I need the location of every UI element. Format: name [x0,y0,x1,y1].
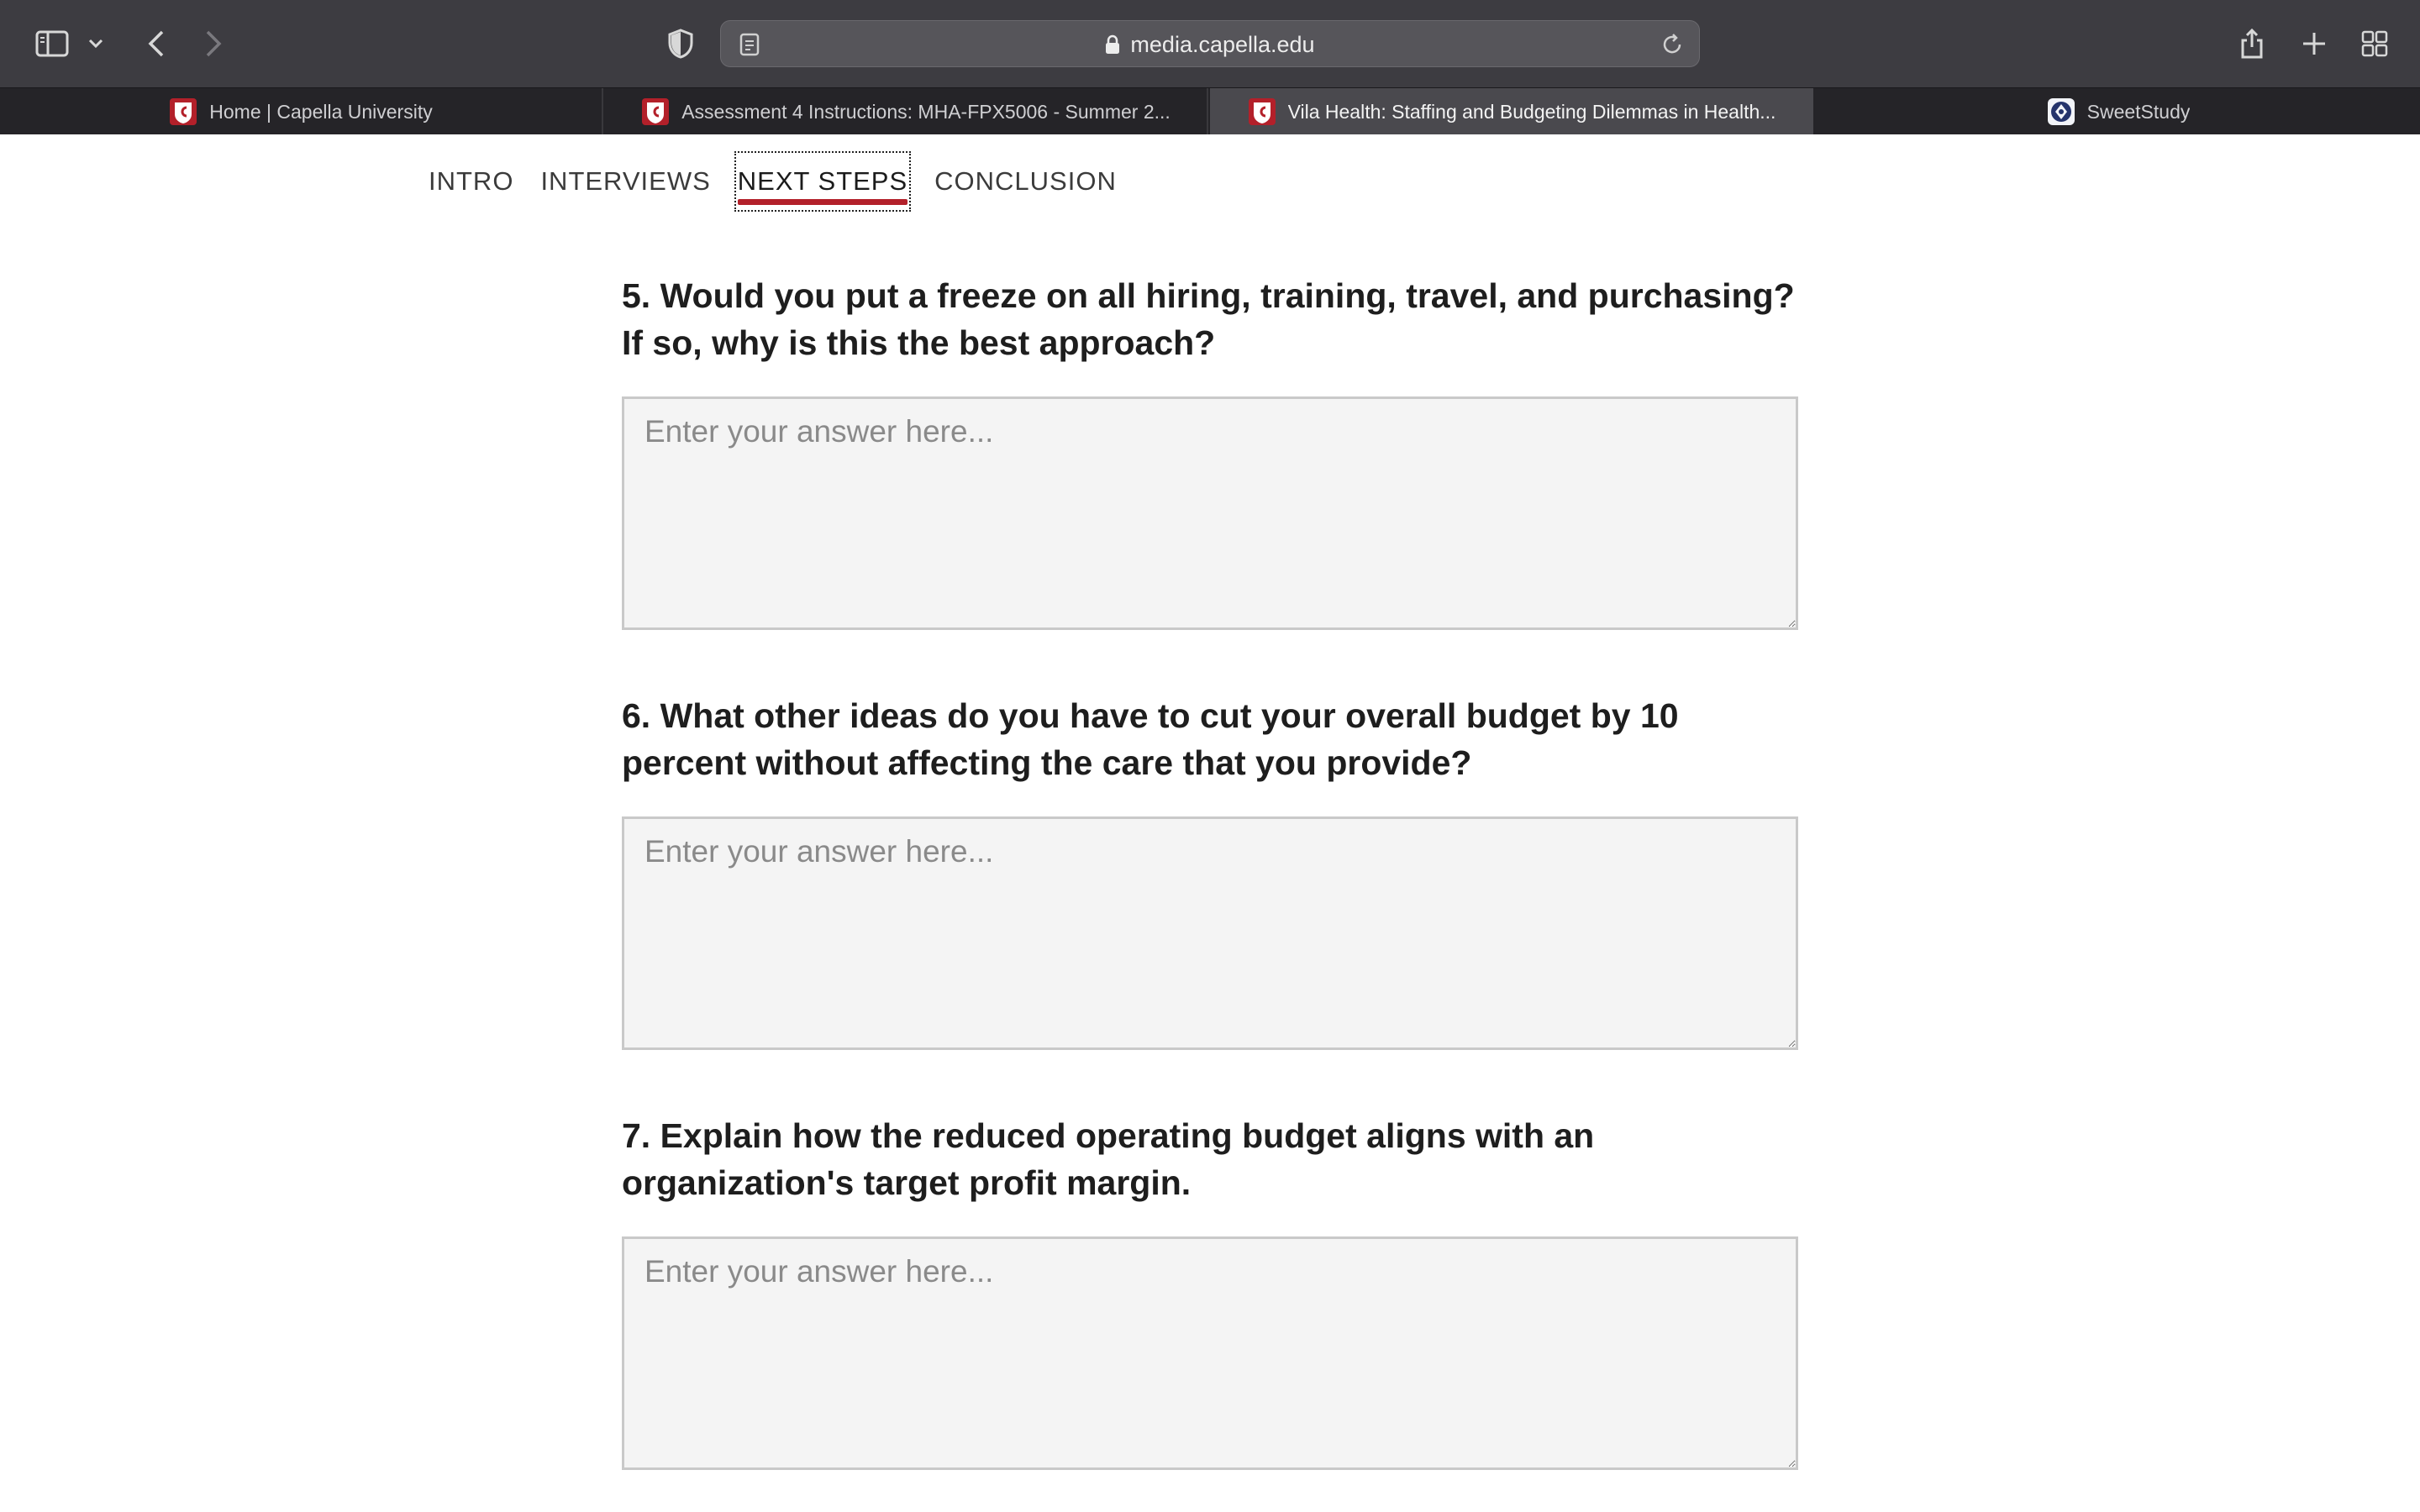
capella-favicon [1248,97,1276,126]
question-7-text: 7. Explain how the reduced operating bud… [622,1116,1595,1202]
nav-item-intro[interactable]: INTRO [424,150,518,213]
sweetstudy-favicon [2047,97,2075,126]
section-nav: INTRO INTERVIEWS NEXT STEPS CONCLUSION [424,150,1139,213]
tab-sweetstudy[interactable]: SweetStudy [1817,88,2420,135]
browser-toolbar: media.capella.edu [0,0,2420,87]
tab-assessment-instructions[interactable]: Assessment 4 Instructions: MHA-FPX5006 -… [605,88,1208,135]
sidebar-icon[interactable] [32,18,72,69]
tab-title: SweetStudy [2086,100,2191,123]
tab-capella-home[interactable]: Home | Capella University [0,88,603,135]
question-6-text: 6. What other ideas do you have to cut y… [622,696,1679,782]
grid-icon[interactable] [2358,18,2391,69]
answer-6-textarea[interactable] [622,816,1798,1050]
back-arrow-icon[interactable] [139,18,173,69]
privacy-shield-icon[interactable] [664,18,697,69]
tab-title: Assessment 4 Instructions: MHA-FPX5006 -… [681,100,1171,123]
capella-favicon [169,97,197,126]
answer-5-textarea[interactable] [622,396,1798,630]
tab-title: Home | Capella University [209,100,433,123]
tab-vila-health[interactable]: Vila Health: Staffing and Budgeting Dile… [1210,88,1813,135]
tab-strip: Home | Capella University Assessment 4 I… [0,87,2420,135]
chevron-down-icon[interactable] [84,18,108,69]
url-text: media.capella.edu [1130,31,1315,57]
nav-item-conclusion[interactable]: CONCLUSION [929,150,1122,213]
forward-arrow-icon[interactable] [197,18,230,69]
share-icon[interactable] [2235,18,2269,69]
lock-icon [1105,34,1120,55]
nav-item-interviews[interactable]: INTERVIEWS [535,150,715,213]
page-content: INTRO INTERVIEWS NEXT STEPS CONCLUSION 5… [0,134,2420,1512]
address-bar[interactable]: media.capella.edu [720,20,1700,67]
url-display[interactable]: media.capella.edu [721,21,1699,68]
plus-icon[interactable] [2297,18,2331,69]
capella-favicon [641,97,670,126]
nav-item-next-steps[interactable]: NEXT STEPS [733,150,913,213]
question-5-text: 5. Would you put a freeze on all hiring,… [622,276,1795,362]
reload-icon[interactable] [1660,33,1684,60]
answer-7-textarea[interactable] [622,1236,1798,1470]
tab-title: Vila Health: Staffing and Budgeting Dile… [1287,100,1776,123]
